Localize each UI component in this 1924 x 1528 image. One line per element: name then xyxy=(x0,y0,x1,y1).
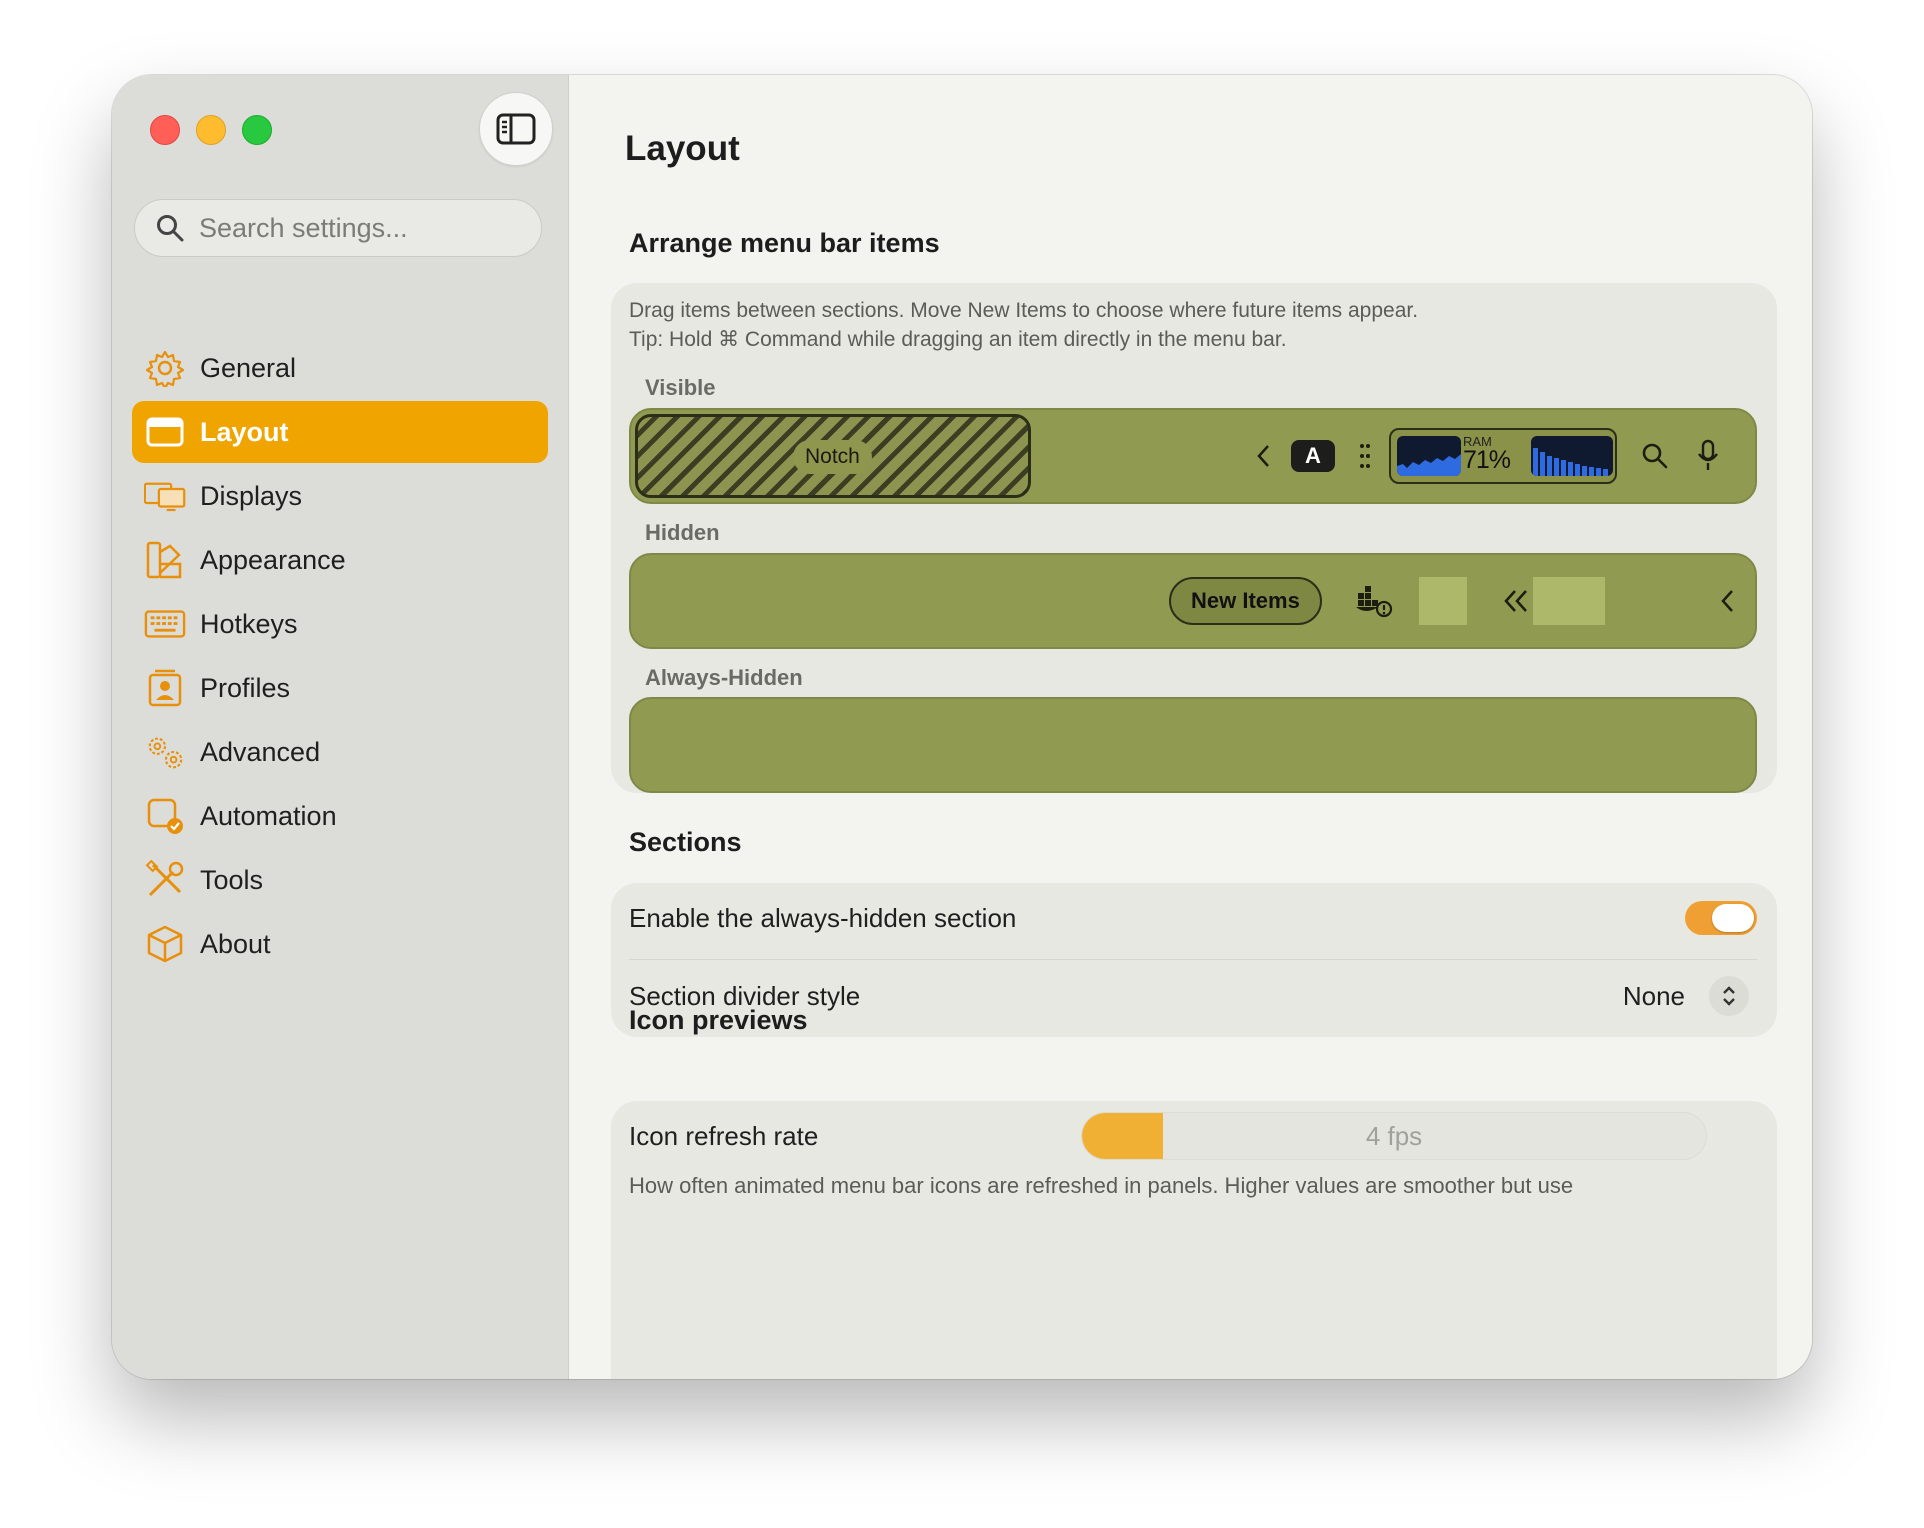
always-hidden-toggle-label: Enable the always-hidden section xyxy=(629,902,1017,933)
always-hidden-toggle[interactable] xyxy=(1685,901,1757,935)
chevron-up-down-icon xyxy=(1723,986,1735,1006)
sidebar-item-hotkeys[interactable]: Hotkeys xyxy=(132,593,548,655)
zoom-window-button[interactable] xyxy=(242,115,272,145)
displays-icon xyxy=(144,475,186,517)
arrange-tip: Tip: Hold ⌘ Command while dragging an it… xyxy=(629,328,1287,351)
docker-icon[interactable] xyxy=(1353,581,1395,621)
sidebar-item-label: Tools xyxy=(200,864,264,895)
divider-style-value[interactable]: None xyxy=(1623,981,1685,1012)
ram-value: 71% xyxy=(1463,446,1511,474)
layout-icon xyxy=(144,411,186,453)
visible-label: Visible xyxy=(645,375,716,400)
sidebar-item-label: Hotkeys xyxy=(200,608,298,639)
arrange-heading: Arrange menu bar items xyxy=(629,228,940,258)
search-field[interactable] xyxy=(134,199,542,257)
search-icon xyxy=(157,215,184,242)
memory-graph xyxy=(1531,436,1613,476)
notch-label: Notch xyxy=(793,440,872,474)
hidden-section-bar[interactable]: New Items xyxy=(629,553,1757,649)
automation-icon xyxy=(144,795,186,837)
hidden-item-placeholder[interactable] xyxy=(1533,577,1605,625)
minimize-window-button[interactable] xyxy=(196,115,226,145)
sidebar-item-label: Profiles xyxy=(200,672,291,703)
hidden-label: Hidden xyxy=(645,520,720,545)
always-hidden-label: Always-Hidden xyxy=(645,665,803,690)
sidebar-item-label: General xyxy=(200,352,297,383)
sidebar-item-general[interactable]: General xyxy=(132,337,548,399)
divider-style-popup-button[interactable] xyxy=(1709,976,1749,1016)
sidebar-item-label: Layout xyxy=(200,416,289,447)
refresh-rate-slider[interactable]: 4 fps xyxy=(1081,1112,1707,1160)
main-content: Layout Arrange menu bar items Drag items… xyxy=(569,75,1812,1379)
sidebar-toggle-icon xyxy=(496,113,536,145)
settings-window: General Layout Displays Appearance xyxy=(112,75,1812,1379)
drag-handle-icon[interactable] xyxy=(1357,440,1373,472)
spotlight-search-icon[interactable] xyxy=(1637,438,1673,474)
sidebar-item-label: About xyxy=(200,928,271,959)
cpu-graph xyxy=(1397,436,1461,476)
always-hidden-row: Enable the always-hidden section xyxy=(629,883,1757,953)
double-chevron-left-icon[interactable] xyxy=(1501,585,1531,617)
keyboard-icon xyxy=(144,603,186,645)
sidebar-item-appearance[interactable]: Appearance xyxy=(132,529,548,591)
appearance-icon xyxy=(144,539,186,581)
tools-icon xyxy=(144,859,186,901)
input-source-badge[interactable]: A xyxy=(1291,440,1335,472)
sidebar-item-advanced[interactable]: Advanced xyxy=(132,721,548,783)
sidebar: General Layout Displays Appearance xyxy=(112,75,569,1379)
sidebar-item-layout[interactable]: Layout xyxy=(132,401,548,463)
ram-monitor-item[interactable]: RAM 71% xyxy=(1389,428,1617,484)
hidden-item-placeholder[interactable] xyxy=(1419,577,1467,625)
cube-icon xyxy=(144,923,186,965)
chevron-left-icon[interactable] xyxy=(1715,585,1739,617)
gears-icon xyxy=(144,731,186,773)
arrange-card: Drag items between sections. Move New It… xyxy=(611,283,1777,793)
icon-previews-heading: Icon previews xyxy=(629,1005,808,1035)
close-window-button[interactable] xyxy=(150,115,180,145)
arrange-description: Drag items between sections. Move New It… xyxy=(629,299,1419,322)
sidebar-nav: General Layout Displays Appearance Hotke… xyxy=(132,337,548,977)
sidebar-item-label: Displays xyxy=(200,480,303,511)
new-items-marker[interactable]: New Items xyxy=(1169,577,1322,625)
sidebar-item-automation[interactable]: Automation xyxy=(132,785,548,847)
sidebar-item-about[interactable]: About xyxy=(132,913,548,975)
refresh-rate-description: How often animated menu bar icons are re… xyxy=(629,1173,1574,1198)
row-divider xyxy=(629,959,1757,960)
search-input[interactable] xyxy=(199,212,499,244)
sidebar-item-label: Appearance xyxy=(200,544,346,575)
icon-previews-card: Icon refresh rate 4 fps How often animat… xyxy=(611,1101,1777,1379)
chevron-left-icon[interactable] xyxy=(1251,440,1275,472)
refresh-rate-value: 4 fps xyxy=(1365,1120,1423,1151)
notch-area: Notch xyxy=(635,414,1031,498)
page-title: Layout xyxy=(625,129,740,168)
visible-section-bar[interactable]: Notch A RAM 71% xyxy=(629,408,1757,504)
sidebar-item-label: Advanced xyxy=(200,736,321,767)
sidebar-item-label: Automation xyxy=(200,800,337,831)
microphone-icon[interactable] xyxy=(1693,436,1723,476)
gear-icon xyxy=(144,347,186,389)
sections-heading: Sections xyxy=(629,827,742,857)
profile-icon xyxy=(144,667,186,709)
toggle-knob xyxy=(1712,904,1754,932)
always-hidden-section-bar[interactable] xyxy=(629,697,1757,793)
sidebar-toggle-button[interactable] xyxy=(479,92,553,166)
refresh-rate-label: Icon refresh rate xyxy=(629,1120,819,1151)
sidebar-item-tools[interactable]: Tools xyxy=(132,849,548,911)
sidebar-item-profiles[interactable]: Profiles xyxy=(132,657,548,719)
sidebar-item-displays[interactable]: Displays xyxy=(132,465,548,527)
